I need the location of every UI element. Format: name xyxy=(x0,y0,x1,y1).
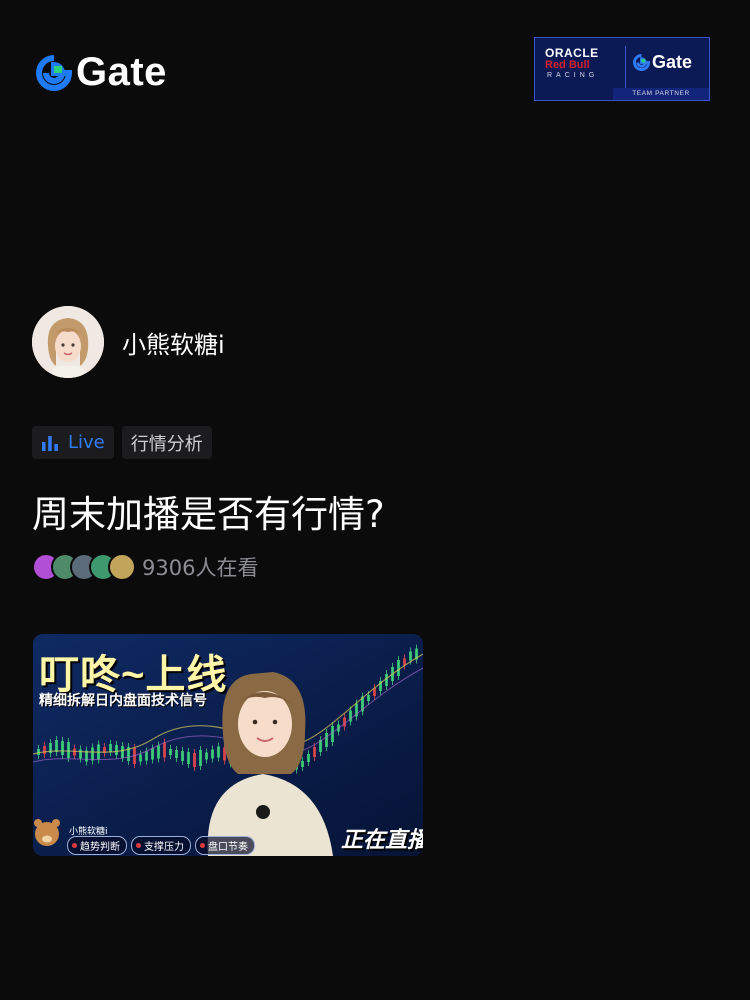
tag-live[interactable]: Live xyxy=(32,426,114,459)
partner-racing: RACING xyxy=(547,72,599,79)
partner-divider xyxy=(625,46,626,88)
tag-market-analysis[interactable]: 行情分析 xyxy=(121,426,212,459)
thumbnail-chip: 盘口节奏 xyxy=(195,836,255,855)
bar-chart-icon xyxy=(42,435,58,451)
viewer-info: 9306人在看 xyxy=(32,552,258,582)
partner-redbull: Red Bull xyxy=(545,59,590,71)
viewer-avatar xyxy=(108,553,136,581)
partner-gate-text: Gate xyxy=(652,52,693,72)
tag-list: Live 行情分析 xyxy=(32,426,212,459)
avatar-photo xyxy=(32,306,104,378)
partner-oracle: ORACLE xyxy=(545,46,599,60)
tag-live-label: Live xyxy=(68,432,105,453)
gate-logo-text: Gate xyxy=(76,50,167,94)
gate-logo: Gate xyxy=(36,50,167,95)
avatar[interactable] xyxy=(32,306,104,378)
tag-market-analysis-label: 行情分析 xyxy=(130,433,203,455)
author-row[interactable]: 小熊软糖i xyxy=(32,306,225,378)
thumbnail-chips: 趋势判断 支撑压力 盘口节奏 xyxy=(67,836,255,855)
partner-banner: ORACLE Red Bull RACING Gate TEAM PARTNER xyxy=(534,37,710,101)
thumbnail-chip: 趋势判断 xyxy=(67,836,127,855)
viewer-count: 9306人在看 xyxy=(142,556,259,580)
live-thumbnail[interactable]: 叮咚~上线 精细拆解日内盘面技术信号 小熊软糖i 趋势判断 支撑压力 盘口节奏 … xyxy=(33,634,423,856)
live-badge: 正在直播 xyxy=(340,828,423,853)
gate-logo-icon xyxy=(36,54,72,91)
gate-logo-icon xyxy=(633,54,650,71)
author-name[interactable]: 小熊软糖i xyxy=(122,325,225,360)
thumbnail-subtitle: 精细拆解日内盘面技术信号 xyxy=(39,693,207,709)
post-title: 周末加播是否有行情? xyxy=(32,493,385,536)
partner-gate-logo: Gate xyxy=(633,52,692,73)
partner-footer: TEAM PARTNER xyxy=(613,88,709,100)
viewer-avatars xyxy=(32,553,136,581)
thumbnail-chip: 支撑压力 xyxy=(131,836,191,855)
